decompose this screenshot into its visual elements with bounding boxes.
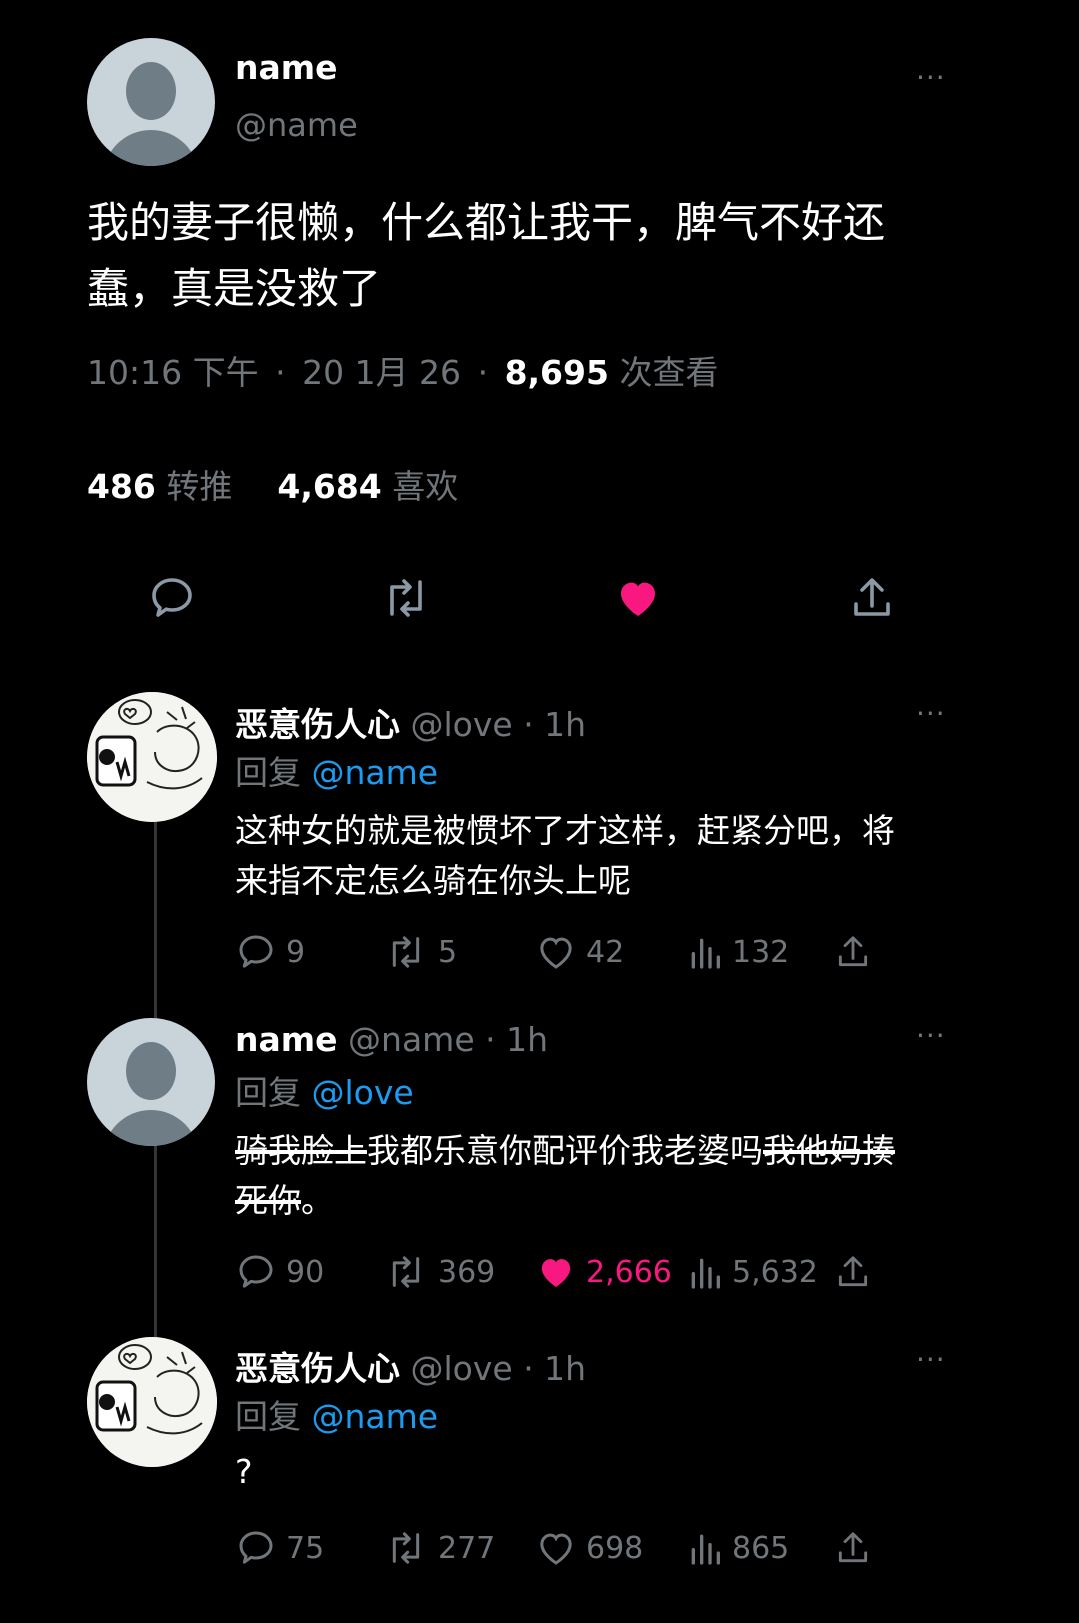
retweet-icon[interactable]	[380, 574, 432, 626]
mention-link[interactable]: @love	[312, 1073, 414, 1112]
author-handle[interactable]: @love	[411, 705, 513, 744]
comment-button[interactable]: 9	[236, 932, 305, 972]
like-button[interactable]: 698	[536, 1528, 643, 1568]
retweet-button[interactable]: 369	[384, 1252, 495, 1292]
like-button[interactable]: 42	[536, 932, 624, 972]
share-icon	[838, 1532, 868, 1563]
retweets-label: 转推	[166, 467, 233, 506]
views-button[interactable]: 865	[688, 1528, 789, 1568]
reply-to-line: 回复 @love	[235, 1073, 414, 1112]
author-display-name[interactable]: 恶意伤人心	[235, 1349, 400, 1388]
views-label: 次查看	[619, 353, 719, 392]
thread-line	[154, 820, 157, 1018]
reply-header: 恶意伤人心 @love · 1h	[235, 698, 586, 746]
avatar[interactable]	[87, 692, 217, 822]
reply-header: 恶意伤人心 @love · 1h	[235, 1342, 586, 1390]
struck-text: 我他妈揍	[763, 1131, 895, 1170]
views-icon	[691, 938, 720, 969]
author-handle[interactable]: @love	[411, 1349, 513, 1388]
retweet-button[interactable]: 277	[384, 1528, 495, 1568]
author-display-name[interactable]: name	[235, 1020, 338, 1059]
reply-time: · 1h	[523, 1349, 587, 1388]
more-icon[interactable]: ···	[916, 1022, 946, 1050]
thread-line	[154, 1145, 157, 1337]
like-count: 42	[586, 934, 625, 970]
struck-text: 骑我脸上	[235, 1131, 367, 1170]
comment-count: 9	[286, 934, 306, 970]
views-icon	[691, 1258, 720, 1289]
reply-text: 骑我脸上我都乐意你配评价我老婆吗我他妈揍 死你。	[235, 1131, 895, 1220]
author-display-name[interactable]: name	[235, 48, 338, 87]
views-count: 8,695	[504, 353, 609, 392]
author-handle[interactable]: @name	[235, 106, 358, 144]
views-count: 132	[732, 934, 790, 970]
heart-icon[interactable]	[614, 574, 662, 626]
comment-icon	[239, 1255, 273, 1288]
more-icon[interactable]: ···	[916, 64, 946, 92]
share-button[interactable]	[834, 1528, 872, 1568]
comment-count: 75	[286, 1530, 325, 1566]
share-icon	[838, 1256, 868, 1287]
mention-link[interactable]: @name	[312, 1397, 439, 1436]
author-display-name[interactable]: 恶意伤人心	[235, 705, 400, 744]
views-button[interactable]: 5,632	[688, 1252, 818, 1292]
tweet-stats: 486 转推 4,684 喜欢	[87, 460, 458, 508]
share-icon	[838, 936, 868, 967]
reply-to-line: 回复 @name	[235, 753, 439, 792]
like-count: 2,666	[586, 1254, 672, 1290]
more-icon[interactable]: ···	[916, 1346, 946, 1374]
comment-button[interactable]: 75	[236, 1528, 324, 1568]
tweet-meta: 10:16 下午 · 20 1月 26 · 8,695 次查看	[87, 353, 719, 392]
retweet-icon	[392, 1256, 420, 1288]
author-handle[interactable]: @name	[348, 1020, 475, 1059]
likes-label: 喜欢	[392, 467, 459, 506]
reply-text: 这种女的就是被惯坏了才这样，赶紧分吧，将 来指不定怎么骑在你头上呢	[235, 811, 895, 900]
retweet-count: 5	[438, 934, 458, 970]
heart-icon	[540, 937, 572, 969]
comment-button[interactable]: 90	[236, 1252, 324, 1292]
comment-icon	[239, 1531, 273, 1564]
avatar[interactable]	[87, 1018, 215, 1146]
share-icon[interactable]	[848, 574, 896, 626]
retweet-icon	[392, 936, 420, 968]
views-count: 865	[732, 1530, 790, 1566]
comment-count: 90	[286, 1254, 325, 1290]
like-count: 698	[586, 1530, 644, 1566]
tweet-time: 10:16 下午	[87, 353, 259, 392]
avatar[interactable]	[87, 38, 215, 166]
heart-icon	[540, 1533, 572, 1565]
tweet-date: 20 1月 26	[302, 353, 462, 392]
retweet-icon	[392, 1532, 420, 1564]
reply-time: · 1h	[523, 705, 587, 744]
retweet-count: 369	[438, 1254, 496, 1290]
reply-to-line: 回复 @name	[235, 1397, 439, 1436]
reply-header: name @name · 1h	[235, 1020, 548, 1059]
more-icon[interactable]: ···	[916, 700, 946, 728]
heart-icon	[541, 1259, 571, 1287]
retweets-count[interactable]: 486	[87, 467, 156, 506]
struck-text: 死你	[235, 1181, 301, 1220]
tweet-text: 我的妻子很懒，什么都让我干，脾气不好还 蠢，真是没救了	[87, 198, 886, 313]
reply-text: ?	[235, 1452, 253, 1491]
reply-time: · 1h	[485, 1020, 549, 1059]
mention-link[interactable]: @name	[312, 753, 439, 792]
share-button[interactable]	[834, 932, 872, 972]
share-button[interactable]	[834, 1252, 872, 1292]
views-count: 5,632	[732, 1254, 818, 1290]
retweet-count: 277	[438, 1530, 496, 1566]
comment-icon[interactable]	[148, 574, 196, 626]
views-icon	[691, 1534, 720, 1565]
retweet-button[interactable]: 5	[384, 932, 457, 972]
comment-icon	[239, 935, 273, 968]
views-button[interactable]: 132	[688, 932, 789, 972]
avatar[interactable]	[87, 1337, 217, 1467]
like-button[interactable]: 2,666	[536, 1252, 672, 1292]
likes-count[interactable]: 4,684	[277, 467, 381, 506]
